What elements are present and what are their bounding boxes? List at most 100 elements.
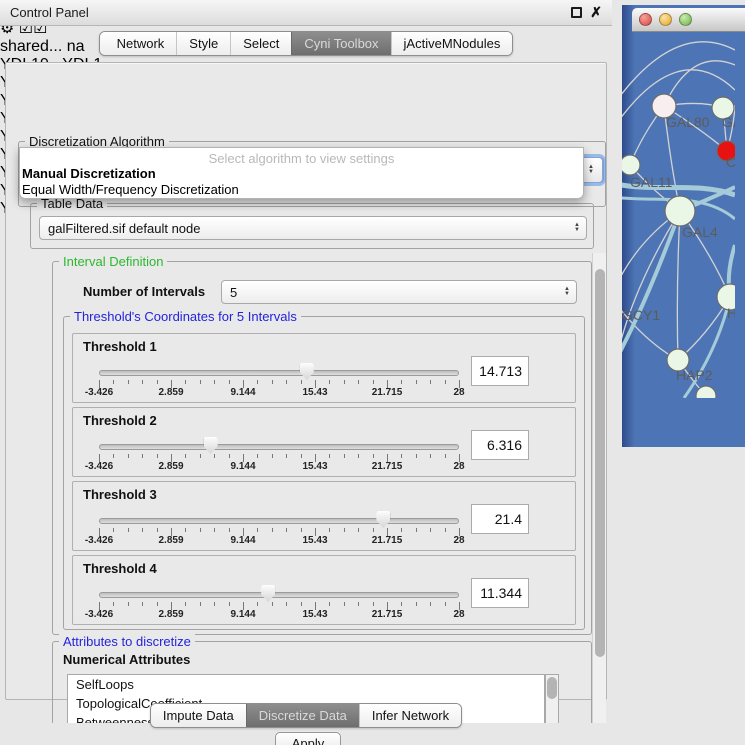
slider-tick-labels: -3.4262.8599.14415.4321.71528 <box>99 609 459 621</box>
tab-network[interactable]: Network <box>100 32 177 55</box>
tick-mark <box>286 528 287 532</box>
network-edge[interactable] <box>622 211 680 367</box>
tick-mark <box>344 454 345 458</box>
tick-mark <box>373 528 374 532</box>
dropdown-item-equal-width-frequency[interactable]: Equal Width/Frequency Discretization <box>20 182 583 198</box>
slider-thumb[interactable] <box>204 437 218 454</box>
tab-infer-network[interactable]: Infer Network <box>359 704 461 727</box>
tick-mark <box>344 380 345 384</box>
attribute-list-item[interactable]: SelfLoops <box>68 675 544 694</box>
slider-track[interactable] <box>99 518 459 524</box>
tab-impute-data[interactable]: Impute Data <box>151 704 246 727</box>
tick-mark <box>416 380 417 384</box>
tick-mark <box>257 602 258 606</box>
tick-mark <box>200 380 201 384</box>
slider-track[interactable] <box>99 444 459 450</box>
network-node[interactable] <box>622 155 640 175</box>
control-panel-titlebar: Control Panel ✗ <box>0 0 612 26</box>
tick-mark <box>157 380 158 384</box>
tick-mark <box>344 528 345 532</box>
threshold-value-field[interactable] <box>471 578 529 608</box>
tick-label: 9.144 <box>230 609 255 620</box>
tick-label: 9.144 <box>230 461 255 472</box>
tick-mark <box>401 454 402 458</box>
tick-mark <box>185 454 186 458</box>
close-icon[interactable]: ✗ <box>590 7 602 18</box>
node-label: GCY1 <box>622 307 660 323</box>
tick-mark <box>200 528 201 532</box>
tick-mark <box>185 528 186 532</box>
tick-mark <box>286 602 287 606</box>
tick-mark <box>272 528 273 532</box>
tick-mark <box>128 380 129 384</box>
tick-mark <box>401 528 402 532</box>
slider-thumb[interactable] <box>300 363 314 380</box>
tab-cyni-toolbox[interactable]: Cyni Toolbox <box>291 32 390 55</box>
settings-scrollbar[interactable] <box>592 253 606 723</box>
tick-label: 28 <box>453 387 464 398</box>
tick-mark <box>113 454 114 458</box>
tick-mark <box>430 602 431 606</box>
threshold-panels: Threshold 1-3.4262.8599.14415.4321.71528… <box>72 333 576 629</box>
threshold-title: Threshold 2 <box>83 413 157 428</box>
tick-label: 2.859 <box>158 535 183 546</box>
tick-mark <box>358 454 359 458</box>
threshold-panel: Threshold 3-3.4262.8599.14415.4321.71528 <box>72 481 576 551</box>
number-of-intervals-label: Number of Intervals <box>83 284 205 299</box>
tick-mark <box>142 528 143 532</box>
slider-track[interactable] <box>99 592 459 598</box>
tick-mark <box>257 528 258 532</box>
table-data-combobox[interactable]: galFiltered.sif default node ▲▼ <box>39 216 587 240</box>
network-node[interactable] <box>665 196 695 226</box>
scrollbar-thumb[interactable] <box>595 269 605 657</box>
tick-mark <box>430 528 431 532</box>
apply-button[interactable]: Apply <box>275 732 341 745</box>
thresholds-group: Threshold's Coordinates for 5 Intervals … <box>63 316 585 630</box>
combo-arrows-icon: ▲▼ <box>564 287 570 297</box>
tab-network-label: Network <box>117 36 165 51</box>
tab-discretize-data[interactable]: Discretize Data <box>246 704 359 727</box>
tick-mark <box>329 528 330 532</box>
tab-jactivemnodules[interactable]: jActiveMNodules <box>391 32 513 55</box>
tick-mark <box>229 454 230 458</box>
interval-definition-label: Interval Definition <box>59 254 167 269</box>
tick-mark <box>157 602 158 606</box>
tick-mark <box>229 380 230 384</box>
threshold-value-field[interactable] <box>471 504 529 534</box>
network-edge[interactable] <box>677 211 680 360</box>
close-traffic-light[interactable] <box>639 13 652 26</box>
dropdown-item-manual-discretization[interactable]: Manual Discretization <box>20 166 583 182</box>
combo-arrows-icon: ▲▼ <box>588 165 594 175</box>
tick-label: 28 <box>453 461 464 472</box>
slider-thumb[interactable] <box>376 511 390 528</box>
scrollbar-thumb[interactable] <box>547 677 557 699</box>
node-label: H <box>727 305 735 321</box>
dropdown-placeholder-item: Select algorithm to view settings <box>20 148 583 166</box>
float-window-icon[interactable] <box>571 7 582 18</box>
network-graph: GAL80GACGAL11GAL4GCY1HHAP2 <box>622 5 735 398</box>
network-canvas[interactable]: GAL80GACGAL11GAL4GCY1HHAP2 <box>622 5 745 403</box>
number-of-intervals-combobox[interactable]: 5 ▲▼ <box>221 280 577 304</box>
slider-track[interactable] <box>99 370 459 376</box>
tick-mark <box>286 380 287 384</box>
tick-label: 21.715 <box>372 461 403 472</box>
tab-select[interactable]: Select <box>230 32 291 55</box>
tick-mark <box>257 380 258 384</box>
tick-mark <box>214 528 215 532</box>
node-label: C <box>726 154 735 170</box>
slider-thumb[interactable] <box>261 585 275 602</box>
minimize-traffic-light[interactable] <box>659 13 672 26</box>
zoom-traffic-light[interactable] <box>679 13 692 26</box>
tick-label: -3.426 <box>85 387 113 398</box>
top-tab-bar: Network Style Select Cyni Toolbox jActiv… <box>0 31 612 56</box>
tick-mark <box>185 602 186 606</box>
tick-mark <box>445 602 446 606</box>
tick-mark <box>301 602 302 606</box>
tick-mark <box>358 528 359 532</box>
tick-mark <box>113 602 114 606</box>
tab-style[interactable]: Style <box>176 32 230 55</box>
tick-mark <box>157 454 158 458</box>
threshold-value-field[interactable] <box>471 430 529 460</box>
threshold-value-field[interactable] <box>471 356 529 386</box>
tick-mark <box>329 380 330 384</box>
